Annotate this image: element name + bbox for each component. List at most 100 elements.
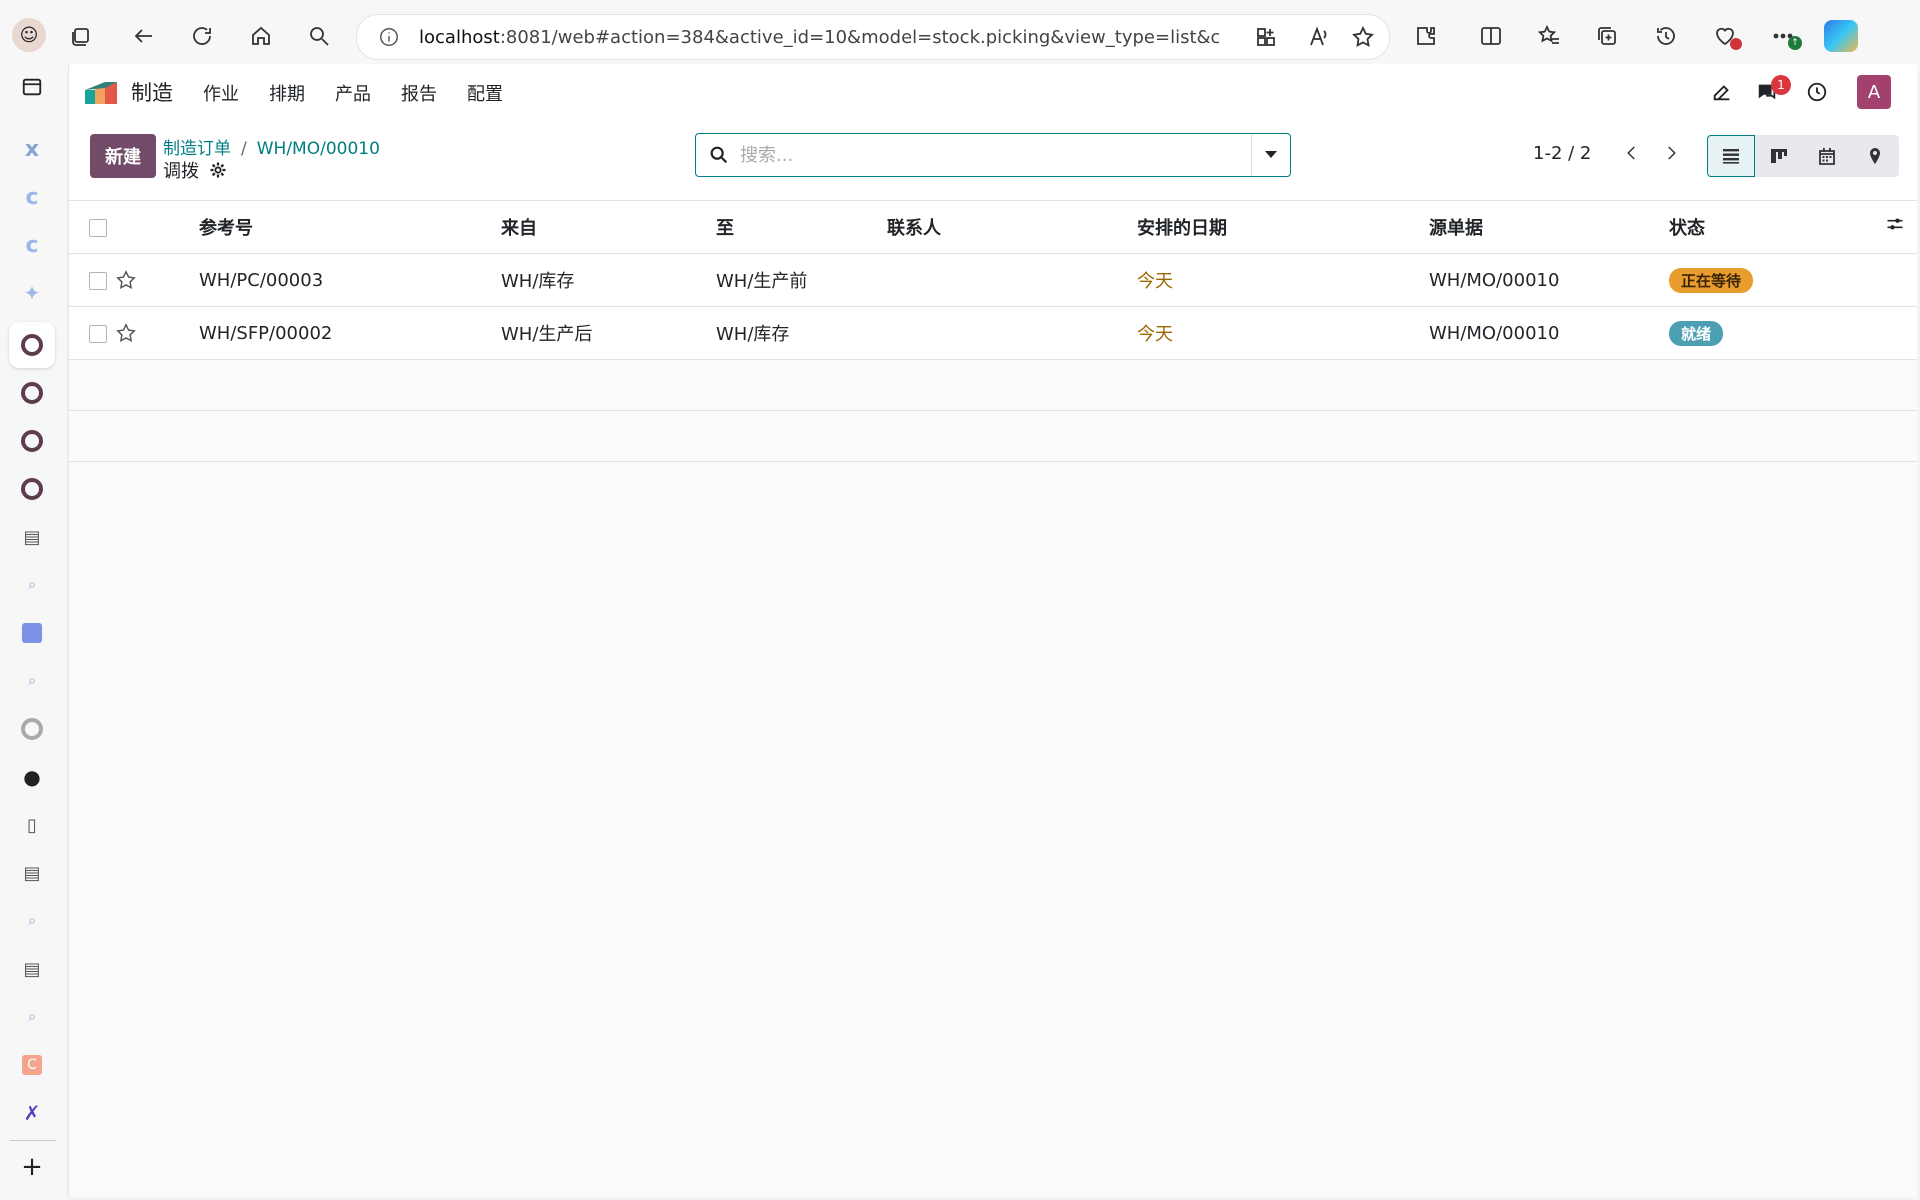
column-header-to[interactable]: 至 (716, 201, 887, 254)
vertical-tabs-icon[interactable] (17, 72, 47, 102)
search-tab-icon-4[interactable]: ⌕ (17, 1002, 47, 1032)
address-bar[interactable]: localhost:8081/web#action=384&active_id=… (356, 14, 1390, 60)
url-path: :8081/web#action=384&active_id=10&model=… (499, 26, 1219, 48)
favorites-icon[interactable] (1533, 20, 1565, 52)
odoo-tab-icon-2[interactable] (17, 426, 47, 456)
cell-reference[interactable]: WH/PC/00003 (199, 253, 501, 307)
sliders-icon (1887, 218, 1903, 230)
search-tab-icon-2[interactable]: ⌕ (17, 666, 47, 696)
activity-clock-icon[interactable] (1803, 78, 1831, 106)
home-icon[interactable] (245, 20, 277, 52)
table-row[interactable]: WH/SFP/00002 WH/生产后 WH/库存 今天 WH/MO/00010… (69, 306, 1917, 360)
cell-source-document[interactable]: WH/MO/00010 (1429, 253, 1669, 307)
cell-to[interactable]: WH/生产前 (716, 253, 887, 307)
url-text[interactable]: localhost:8081/web#action=384&active_id=… (419, 27, 1219, 48)
row-checkbox[interactable] (89, 324, 107, 343)
pager-value[interactable]: 1-2 / 2 (1533, 143, 1591, 164)
star-icon[interactable] (115, 269, 137, 291)
page-title: 调拨 (163, 157, 227, 183)
search-tab-icon-3[interactable]: ⌕ (17, 906, 47, 936)
pager-previous-button[interactable] (1619, 140, 1645, 166)
search-input[interactable] (738, 140, 1222, 170)
cell-scheduled-date[interactable]: 今天 (1137, 253, 1429, 307)
odoo-tab-icon[interactable] (17, 378, 47, 408)
cell-contact[interactable] (887, 253, 1137, 307)
breadcrumb-mo-record[interactable]: WH/MO/00010 (257, 139, 380, 159)
row-checkbox[interactable] (89, 271, 107, 290)
search-icon (710, 146, 728, 164)
menu-configuration[interactable]: 配置 (467, 80, 503, 106)
column-header-from[interactable]: 来自 (501, 201, 716, 254)
cell-reference[interactable]: WH/SFP/00002 (199, 306, 501, 360)
pager-next-button[interactable] (1658, 140, 1684, 166)
column-header-status-label[interactable]: 状态 (1669, 218, 1705, 239)
user-avatar[interactable]: A (1857, 75, 1891, 109)
menu-products[interactable]: 产品 (335, 80, 371, 106)
collections-icon[interactable] (1591, 20, 1623, 52)
kanban-view-button[interactable] (1755, 135, 1803, 177)
column-header-contact[interactable]: 联系人 (887, 201, 1137, 254)
cell-source-document[interactable]: WH/MO/00010 (1429, 306, 1669, 360)
essentials-alert-badge (1730, 38, 1742, 50)
back-icon[interactable] (128, 20, 160, 52)
cell-from[interactable]: WH/生产后 (501, 306, 716, 360)
menu-operations[interactable]: 作业 (203, 80, 239, 106)
c-app-icon[interactable]: c (17, 182, 47, 212)
c-app-icon-2[interactable]: c (17, 230, 47, 260)
optional-columns-toggle[interactable] (1885, 214, 1905, 239)
profile-avatar-icon[interactable]: ☺ (12, 18, 46, 52)
star-icon[interactable] (115, 322, 137, 344)
search-icon[interactable] (303, 20, 335, 52)
gear-icon[interactable] (209, 161, 227, 179)
favorite-star-icon[interactable] (1347, 21, 1379, 53)
calendar-tab-icon[interactable]: ▤ (17, 522, 47, 552)
doc-app-icon[interactable] (17, 618, 47, 648)
x-app-icon[interactable]: x (17, 134, 47, 164)
odoo-tab-icon-active[interactable] (17, 330, 47, 360)
edit-note-icon[interactable] (1708, 78, 1736, 106)
calendar-view-button[interactable] (1803, 135, 1851, 177)
c-orange-app-icon[interactable]: C (17, 1050, 47, 1080)
column-header-source-document[interactable]: 源单据 (1429, 201, 1669, 254)
breadcrumb-separator: / (241, 139, 247, 159)
calendar-tab-icon-3[interactable]: ▤ (17, 954, 47, 984)
github-tab-icon[interactable]: ● (17, 762, 47, 792)
cell-scheduled-date[interactable]: 今天 (1137, 306, 1429, 360)
list-view-icon (1723, 149, 1739, 164)
column-header-reference[interactable]: 参考号 (199, 201, 501, 254)
menu-planning[interactable]: 排期 (269, 80, 305, 106)
site-info-icon[interactable] (377, 25, 401, 49)
cell-from[interactable]: WH/库存 (501, 253, 716, 307)
extensions-icon[interactable] (1410, 20, 1442, 52)
refresh-icon[interactable] (186, 20, 218, 52)
file-tab-icon[interactable]: ▯ (17, 810, 47, 840)
sparkle-app-icon[interactable]: ✦ (17, 278, 47, 308)
column-header-scheduled-date[interactable]: 安排的日期 (1137, 201, 1429, 254)
breadcrumb: 制造订单 / WH/MO/00010 (163, 134, 380, 159)
x-purple-app-icon[interactable]: ✗ (17, 1098, 47, 1128)
breadcrumb-manufacturing-orders[interactable]: 制造订单 (163, 139, 231, 159)
add-tab-icon[interactable]: + (17, 1152, 47, 1182)
table-row[interactable]: WH/PC/00003 WH/库存 WH/生产前 今天 WH/MO/00010 … (69, 253, 1917, 307)
app-available-icon[interactable] (1250, 21, 1282, 53)
map-view-button[interactable] (1851, 135, 1899, 177)
menu-reporting[interactable]: 报告 (401, 80, 437, 106)
history-icon[interactable] (1650, 20, 1682, 52)
search-options-toggle[interactable] (1251, 134, 1290, 176)
workspaces-icon[interactable] (66, 20, 98, 52)
calendar-tab-icon-2[interactable]: ▤ (17, 858, 47, 888)
search-tab-icon[interactable]: ⌕ (17, 570, 47, 600)
read-aloud-icon[interactable] (1303, 21, 1335, 53)
app-name[interactable]: 制造 (131, 77, 173, 107)
manufacturing-logo-icon[interactable] (85, 80, 119, 104)
list-view-button[interactable] (1707, 135, 1755, 177)
odoo-tab-icon-light[interactable] (17, 714, 47, 744)
cell-to[interactable]: WH/库存 (716, 306, 887, 360)
new-button[interactable]: 新建 (90, 134, 156, 178)
split-screen-icon[interactable] (1475, 20, 1507, 52)
status-badge: 就绪 (1669, 320, 1724, 346)
copilot-icon[interactable] (1824, 20, 1858, 52)
select-all-checkbox[interactable] (89, 218, 107, 237)
cell-contact[interactable] (887, 306, 1137, 360)
odoo-tab-icon-3[interactable] (17, 474, 47, 504)
